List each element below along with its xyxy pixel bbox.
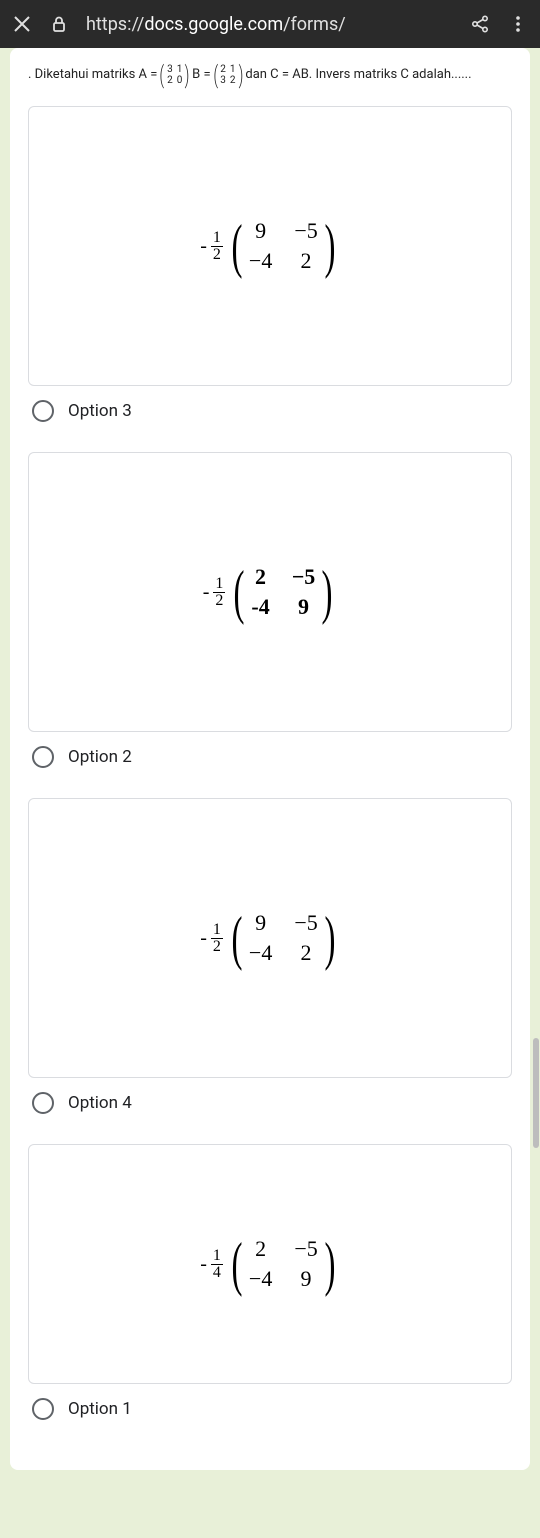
scrollbar-track[interactable] (532, 48, 540, 1538)
url-bar[interactable]: https://docs.google.com/forms/ (86, 14, 452, 35)
radio-button[interactable] (32, 1092, 54, 1114)
fraction: 1 4 (211, 1248, 223, 1281)
matrix-expression: - 1 2 ( 9−5 −42 ) (200, 911, 339, 965)
radio-button[interactable] (32, 1398, 54, 1420)
option-row[interactable]: Option 2 (28, 746, 512, 768)
option-block: - 1 2 ( 9−5 −42 ) Option 3 (28, 106, 512, 422)
matrix-expression: - 1 2 ( 2−5 -49 ) (203, 565, 338, 619)
option-image[interactable]: - 1 2 ( 9−5 −42 ) (28, 798, 512, 1078)
option-row[interactable]: Option 3 (28, 400, 512, 422)
close-icon[interactable] (12, 14, 32, 34)
option-image[interactable]: - 1 2 ( 2−5 -49 ) (28, 452, 512, 732)
option-block: - 1 2 ( 9−5 −42 ) Option 4 (28, 798, 512, 1114)
radio-button[interactable] (32, 746, 54, 768)
url-domain: docs.google.com (144, 14, 283, 35)
matrix-b: ( 21 32 ) (212, 64, 245, 86)
form-content: . Diketahui matriks A = ( 31 20 ) B = ( … (0, 48, 540, 1470)
option-block: - 1 2 ( 2−5 -49 ) Option 2 (28, 452, 512, 768)
question-text: . Diketahui matriks A = ( 31 20 ) B = ( … (28, 64, 512, 86)
question-card: . Diketahui matriks A = ( 31 20 ) B = ( … (10, 48, 530, 1470)
question-suffix: dan C = AB. Invers matriks C adalah.....… (245, 66, 471, 84)
option-image[interactable]: - 1 4 ( 2−5 −49 ) (28, 1144, 512, 1384)
option-row[interactable]: Option 1 (28, 1398, 512, 1420)
fraction: 1 2 (211, 922, 223, 955)
share-icon[interactable] (470, 14, 490, 34)
option-label: Option 4 (68, 1093, 132, 1113)
lock-icon (50, 15, 68, 33)
option-label: Option 3 (68, 401, 132, 421)
matrix-a: ( 31 20 ) (158, 64, 191, 86)
scrollbar-thumb[interactable] (533, 1038, 539, 1148)
matrix-expression: - 1 2 ( 9−5 −42 ) (200, 219, 339, 273)
question-prefix: . Diketahui matriks A = (28, 66, 157, 84)
url-prefix: https:// (86, 14, 144, 35)
radio-button[interactable] (32, 400, 54, 422)
question-mid1: B = (192, 66, 210, 84)
option-image[interactable]: - 1 2 ( 9−5 −42 ) (28, 106, 512, 386)
fraction: 1 2 (213, 576, 225, 609)
option-block: - 1 4 ( 2−5 −49 ) Option 1 (28, 1144, 512, 1420)
browser-toolbar: https://docs.google.com/forms/ (0, 0, 540, 48)
fraction: 1 2 (211, 230, 223, 263)
option-row[interactable]: Option 4 (28, 1092, 512, 1114)
more-icon[interactable] (508, 14, 528, 34)
option-label: Option 1 (68, 1399, 132, 1419)
option-label: Option 2 (68, 747, 132, 767)
url-path: /forms/ (283, 14, 346, 35)
matrix-expression: - 1 4 ( 2−5 −49 ) (200, 1237, 339, 1291)
